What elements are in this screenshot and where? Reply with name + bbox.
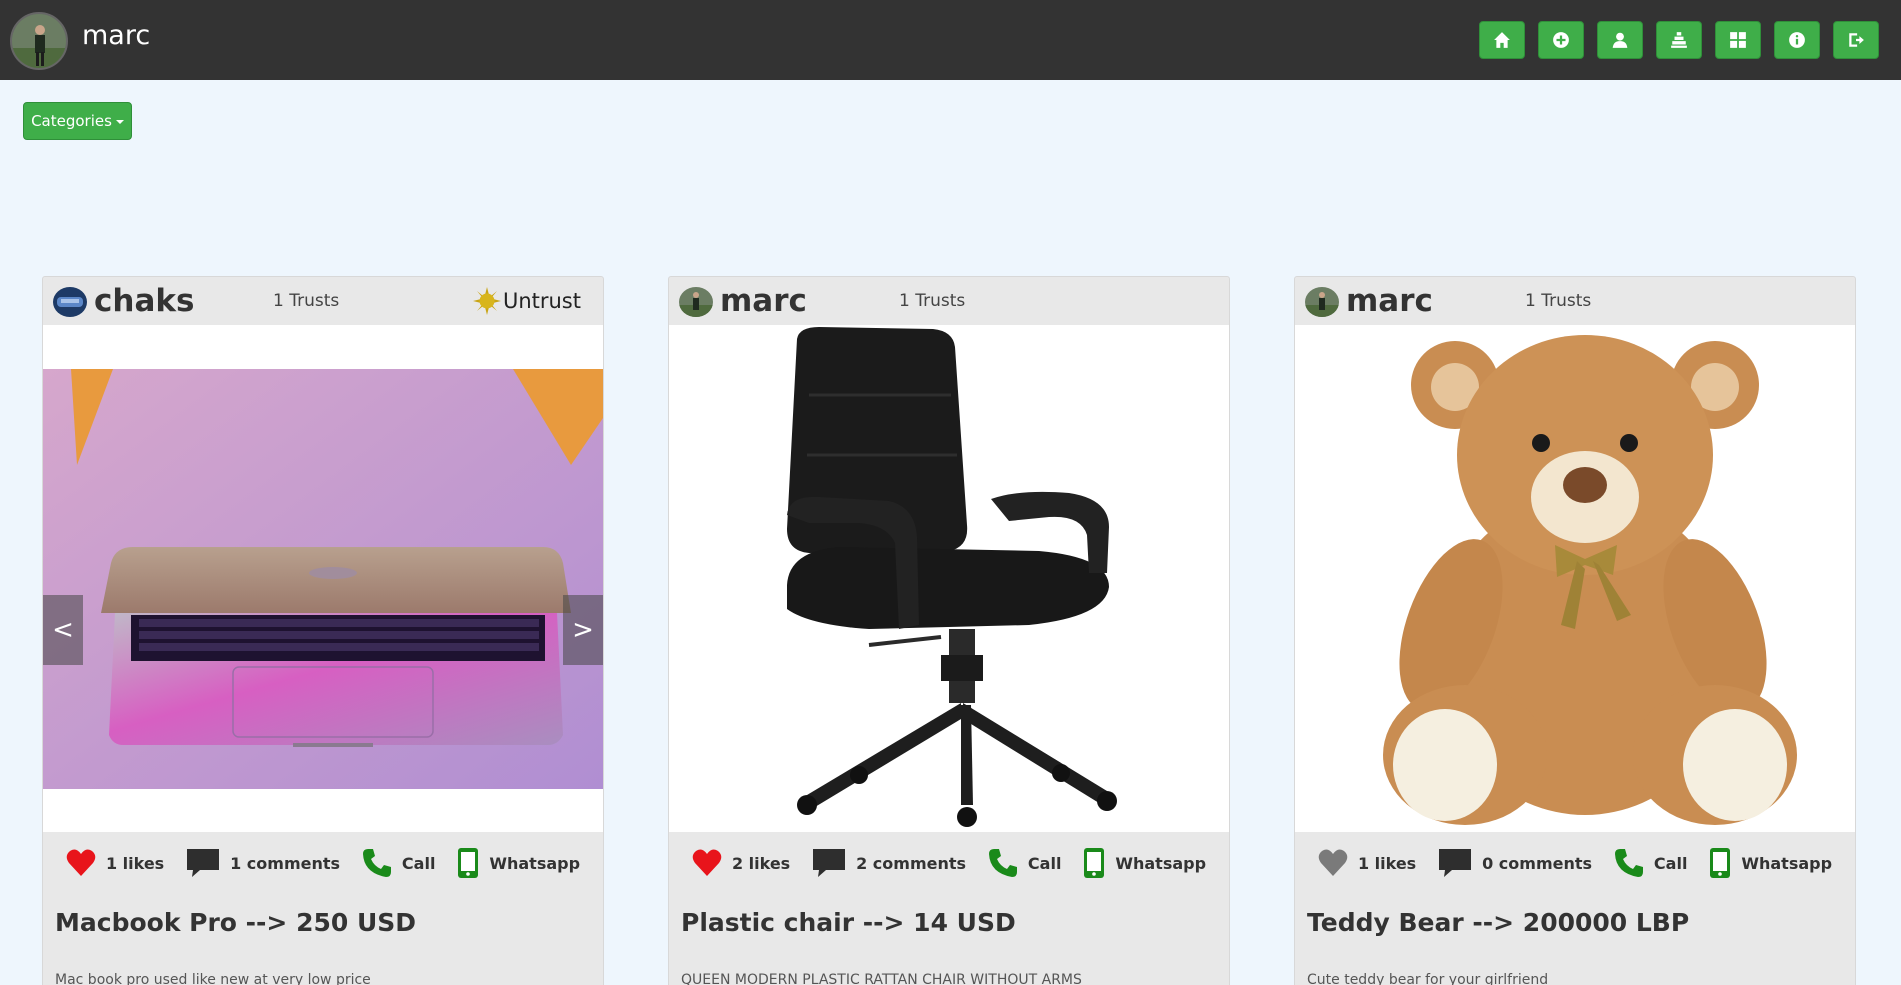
phone-icon: [362, 849, 391, 877]
owner-name[interactable]: marc: [1346, 283, 1433, 319]
heart-icon: [692, 849, 722, 876]
card-header: chaks 1 Trusts Untrust: [43, 277, 603, 325]
trust-count: 1 Trusts: [1525, 291, 1592, 311]
carousel-prev-button[interactable]: <: [43, 595, 83, 665]
like-button[interactable]: 2 likes: [692, 849, 790, 877]
like-button[interactable]: 1 likes: [1318, 849, 1416, 877]
owner-avatar[interactable]: [53, 287, 87, 317]
product-description: QUEEN MODERN PLASTIC RATTAN CHAIR WITHOU…: [681, 972, 1082, 985]
logout-button[interactable]: [1833, 21, 1879, 59]
sun-badge-icon: [472, 287, 501, 315]
card-header: marc 1 Trusts: [669, 277, 1229, 325]
whatsapp-button[interactable]: Whatsapp: [1709, 847, 1832, 879]
comment-icon: [1439, 849, 1472, 877]
whatsapp-button[interactable]: Whatsapp: [1083, 847, 1206, 879]
comments-count: 2 comments: [856, 853, 967, 873]
about-button[interactable]: [1774, 21, 1820, 59]
call-button[interactable]: Call: [988, 848, 1062, 878]
categories-dropdown[interactable]: Categories: [23, 102, 132, 140]
trust-count: 1 Trusts: [899, 291, 966, 311]
trust-count: 1 Trusts: [273, 291, 340, 311]
owner-name[interactable]: chaks: [94, 283, 194, 319]
card-actions: 1 likes 0 comments Call Whatsapp: [1295, 832, 1855, 894]
call-label: Call: [401, 853, 436, 873]
phone-icon: [988, 849, 1017, 877]
heart-icon: [1318, 849, 1348, 876]
comments-count: 1 comments: [230, 853, 341, 873]
user-avatar[interactable]: [10, 12, 68, 70]
whatsapp-label: Whatsapp: [489, 853, 581, 873]
mobile-phone-icon: [1084, 848, 1105, 878]
likes-count: 1 likes: [1357, 853, 1417, 873]
laptop-photo: [43, 325, 603, 832]
grid-icon: [1730, 32, 1746, 48]
whatsapp-button[interactable]: Whatsapp: [457, 847, 580, 879]
teddy-bear-photo: [1295, 325, 1855, 832]
product-card: marc 1 Trusts: [668, 276, 1230, 985]
mobile-phone-icon: [458, 848, 479, 878]
whatsapp-label: Whatsapp: [1741, 853, 1833, 873]
owner-name[interactable]: marc: [720, 283, 807, 319]
profile-button[interactable]: [1597, 21, 1643, 59]
whatsapp-label: Whatsapp: [1115, 853, 1207, 873]
carousel-next-button[interactable]: >: [563, 595, 603, 665]
comments-button[interactable]: 1 comments: [186, 848, 340, 878]
product-description: Mac book pro used like new at very low p…: [55, 972, 371, 985]
comments-button[interactable]: 0 comments: [1438, 848, 1592, 878]
product-title[interactable]: Macbook Pro --> 250 USD: [55, 908, 416, 937]
product-image[interactable]: < >: [43, 325, 603, 832]
phone-icon: [1614, 849, 1643, 877]
chair-photo: [669, 325, 1229, 832]
product-title[interactable]: Plastic chair --> 14 USD: [681, 908, 1016, 937]
untrust-button[interactable]: Untrust: [472, 287, 581, 315]
home-icon: [1494, 32, 1510, 48]
nav-button-group: [1479, 21, 1879, 59]
card-header: marc 1 Trusts: [1295, 277, 1855, 325]
nav-username: marc: [82, 20, 151, 51]
comment-icon: [813, 849, 846, 877]
info-icon: [1789, 32, 1805, 48]
tower-icon: [1671, 32, 1687, 48]
dashboard-button[interactable]: [1715, 21, 1761, 59]
call-button[interactable]: Call: [362, 848, 436, 878]
card-actions: 2 likes 2 comments Call Whatsapp: [669, 832, 1229, 894]
untrust-label: Untrust: [502, 289, 581, 313]
categories-label: Categories: [31, 112, 112, 130]
card-actions: 1 likes 1 comments Call Whatsapp: [43, 832, 603, 894]
ranking-button[interactable]: [1656, 21, 1702, 59]
likes-count: 1 likes: [105, 853, 165, 873]
call-label: Call: [1027, 853, 1062, 873]
heart-icon: [66, 849, 96, 876]
add-post-button[interactable]: [1538, 21, 1584, 59]
like-button[interactable]: 1 likes: [66, 849, 164, 877]
comment-icon: [187, 849, 220, 877]
product-image[interactable]: [669, 325, 1229, 832]
comments-count: 0 comments: [1482, 853, 1593, 873]
user-icon: [1612, 32, 1628, 48]
product-description: Cute teddy bear for your girlfriend: [1307, 972, 1549, 985]
likes-count: 2 likes: [731, 853, 791, 873]
plus-circle-icon: [1553, 32, 1569, 48]
product-title[interactable]: Teddy Bear --> 200000 LBP: [1307, 908, 1689, 937]
owner-avatar[interactable]: [679, 287, 713, 317]
caret-down-icon: [115, 120, 124, 124]
top-navbar: marc: [0, 0, 1901, 80]
mobile-phone-icon: [1710, 848, 1731, 878]
product-image[interactable]: [1295, 325, 1855, 832]
product-card: chaks 1 Trusts Untrust < > 1 likes 1 com…: [42, 276, 604, 985]
call-button[interactable]: Call: [1614, 848, 1688, 878]
comments-button[interactable]: 2 comments: [812, 848, 966, 878]
logout-icon: [1849, 33, 1864, 47]
home-button[interactable]: [1479, 21, 1525, 59]
call-label: Call: [1653, 853, 1688, 873]
product-card: marc 1 Trusts: [1294, 276, 1856, 985]
owner-avatar[interactable]: [1305, 287, 1339, 317]
